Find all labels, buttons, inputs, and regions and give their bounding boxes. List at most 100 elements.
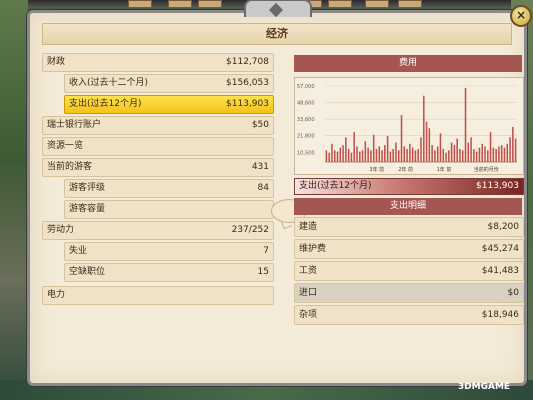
chart-bar[interactable] [436,146,439,162]
chart-bar[interactable] [397,150,400,162]
y-tick-label: 57,000 [297,84,315,90]
chart-bar[interactable] [475,151,478,162]
chart-bar[interactable] [423,95,425,162]
chart-bar[interactable] [370,150,372,162]
top-tab[interactable] [168,0,192,8]
chart-bar[interactable] [506,143,509,162]
chart-bar[interactable] [384,145,386,162]
chart-bar[interactable] [487,150,489,162]
chart-bar[interactable] [481,143,483,162]
chart-bar[interactable] [495,149,497,162]
chart-bar[interactable] [456,138,458,162]
income-label: 收入(过去十二个月) [69,78,149,88]
chart-bar[interactable] [503,147,506,162]
chart-bar[interactable] [331,143,333,162]
chart-bar[interactable] [500,145,503,162]
tourists-row[interactable]: 当前的游客 431 [42,158,274,177]
chart-bar[interactable] [439,133,442,162]
chart-bar[interactable] [328,152,330,162]
close-button[interactable]: × [510,5,532,27]
tourist-rating-value: 84 [257,183,269,193]
chart-bar[interactable] [395,142,397,163]
income-row[interactable]: 收入(过去十二个月) $156,053 [64,74,274,93]
top-tab[interactable] [198,0,222,8]
chart-bar[interactable] [342,145,344,162]
chart-bar[interactable] [453,145,456,162]
chart-bar[interactable] [350,152,353,162]
top-tab[interactable] [328,0,352,8]
chart-bar[interactable] [509,137,511,162]
chart-bar[interactable] [464,87,467,162]
chart-bar[interactable] [392,149,394,162]
vacancies-label: 空缺职位 [69,267,106,277]
resources-row[interactable]: 资源一览 [42,137,274,156]
detail-row-maintenance[interactable]: 维护费 $45,274 [294,239,524,259]
chart-bar[interactable] [400,115,403,162]
chart-bar[interactable] [406,149,408,162]
finance-row[interactable]: 财政 $112,708 [42,53,274,72]
chart-bar[interactable] [425,121,428,162]
expense-row[interactable]: 支出(过去12个月) $113,903 [64,95,274,114]
top-tab[interactable] [128,0,152,8]
chart-bar[interactable] [375,149,378,162]
chart-bar[interactable] [411,147,414,162]
power-row[interactable]: 电力 [42,286,274,305]
detail-value: $45,274 [481,244,519,254]
chart-bar[interactable] [428,128,431,162]
chart-bar[interactable] [367,147,369,162]
detail-row-construction[interactable]: 建造 $8,200 [294,217,524,237]
vacancies-row[interactable]: 空缺职位 15 [64,263,274,282]
chart-bar[interactable] [459,149,461,162]
chart-bar[interactable] [442,149,445,162]
spend-summary-bar[interactable]: 支出(过去12个月) $113,903 [294,178,524,195]
tourist-capacity-row[interactable]: 游客容量 [64,200,274,219]
chart-bar[interactable] [450,142,453,163]
top-tab[interactable] [365,0,389,8]
chart-bar[interactable] [492,147,495,162]
chart-bar[interactable] [514,138,517,162]
chart-bar[interactable] [467,142,470,163]
top-tab[interactable] [398,0,422,8]
chart-bar[interactable] [339,147,342,162]
chart-bar[interactable] [414,150,417,162]
detail-row-misc[interactable]: 杂项 $18,946 [294,305,524,325]
chart-bar[interactable] [470,137,472,162]
swiss-account-row[interactable]: 瑞士银行账户 $50 [42,116,274,135]
chart-bar[interactable] [445,152,447,162]
chart-bar[interactable] [484,146,486,162]
chart-bar[interactable] [431,145,433,162]
chart-bar[interactable] [434,150,436,162]
chart-bar[interactable] [372,134,375,162]
chart-bar[interactable] [461,150,464,162]
chart-bar[interactable] [345,137,347,162]
chart-bar[interactable] [478,147,481,162]
chart-bar[interactable] [403,146,406,162]
chart-bar[interactable] [359,151,361,162]
detail-row-wages[interactable]: 工资 $41,483 [294,261,524,281]
chart-bar[interactable] [386,136,389,162]
chart-bar[interactable] [333,150,336,162]
chart-bar[interactable] [512,126,514,162]
chart-bar[interactable] [389,151,392,162]
chart-bar[interactable] [356,146,358,162]
chart-bar[interactable] [498,146,500,162]
chart-bar[interactable] [347,149,350,162]
chart-bar[interactable] [473,149,475,162]
chart-bar[interactable] [353,132,355,162]
labor-row[interactable]: 劳动力 237/252 [42,221,274,240]
chart-bar[interactable] [448,150,450,162]
tourist-rating-row[interactable]: 游客评级 84 [64,179,274,198]
detail-row-imports[interactable]: 进口 $0 [294,283,524,303]
chart-bar[interactable] [409,143,411,162]
chart-bar[interactable] [420,137,422,162]
chart-bar[interactable] [381,150,383,162]
chart-bar[interactable] [378,146,381,162]
chart-bar[interactable] [417,149,419,162]
chart-bar[interactable] [336,151,339,162]
chart-bar[interactable] [489,132,492,162]
chart-bar[interactable] [325,150,328,162]
chart-bar[interactable] [364,141,367,162]
unemployed-row[interactable]: 失业 7 [64,242,274,261]
chart-bar[interactable] [361,150,364,162]
tourists-value: 431 [251,162,269,172]
